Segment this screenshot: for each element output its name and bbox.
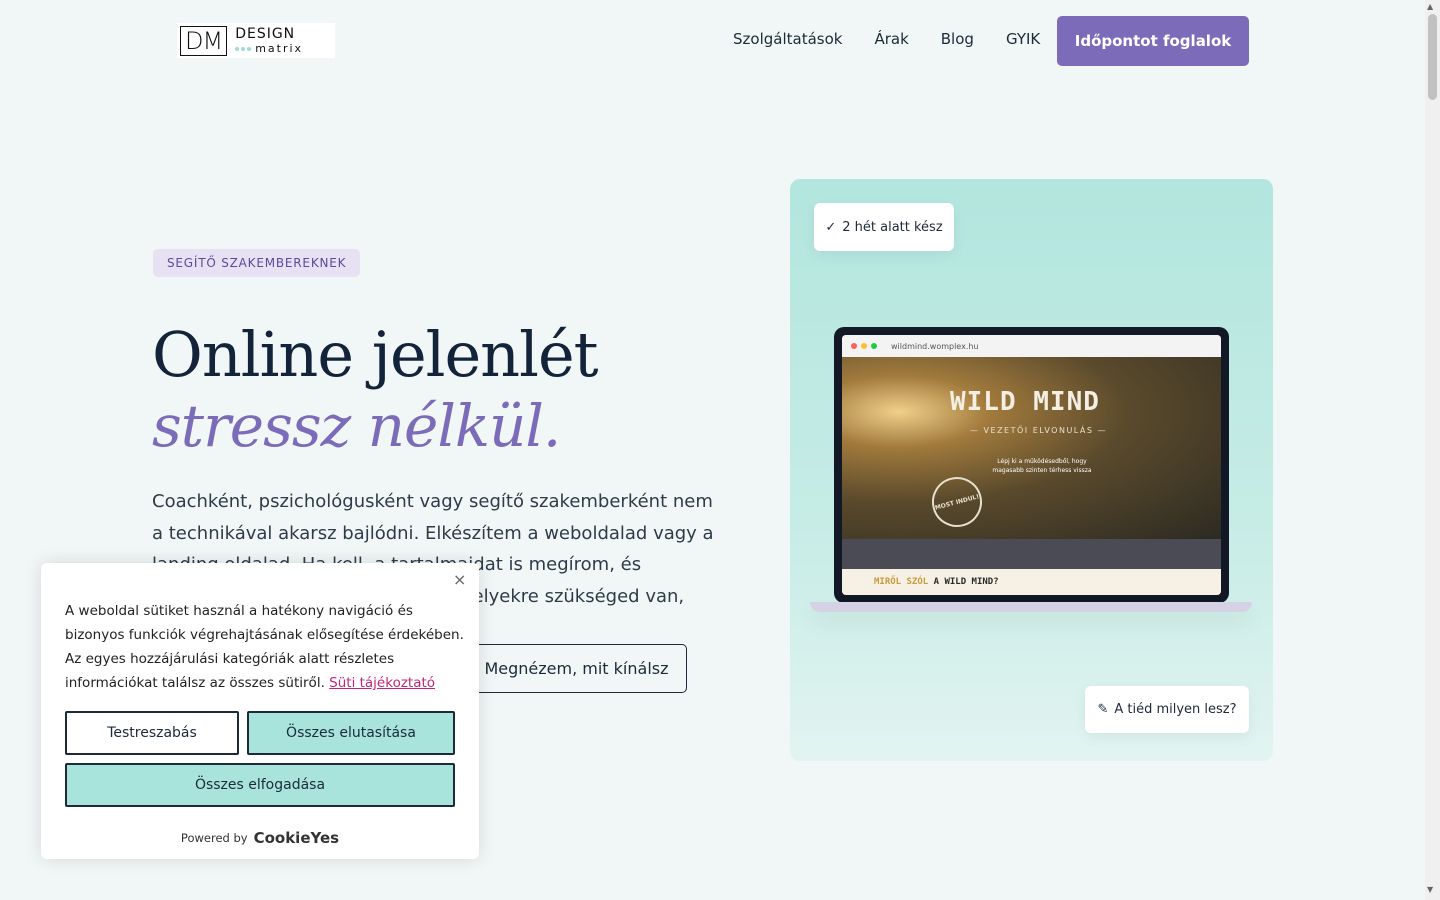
scrollbar-track[interactable] bbox=[1425, 0, 1440, 900]
cookie-policy-link[interactable]: Süti tájékoztató bbox=[329, 675, 435, 691]
accept-all-button[interactable]: Összes elfogadása bbox=[65, 763, 455, 807]
laptop-base bbox=[810, 602, 1252, 612]
hero-badge: SEGÍTŐ SZAKEMBEREKNEK bbox=[153, 249, 361, 277]
nav-item-services[interactable]: Szolgáltatások bbox=[733, 30, 842, 48]
mockup-site-title: WILD MIND bbox=[950, 387, 1100, 417]
logo-dots-icon bbox=[235, 46, 252, 51]
mockup-site: WILD MIND — VEZETŐI ELVONULÁS — Lépj ki … bbox=[842, 357, 1221, 595]
main-nav: Szolgáltatások Árak Blog GYIK bbox=[733, 30, 1040, 48]
mockup-bottom-text-b: A WILD MIND? bbox=[933, 577, 999, 587]
hero-title-accent: stressz nélkül. bbox=[152, 392, 561, 460]
hero-title: Online jelenlét bbox=[152, 318, 599, 391]
mockup-site-tagline: Lépj ki a működésedből, hogy magasabb sz… bbox=[992, 458, 1092, 474]
scroll-down-icon[interactable]: ▼ bbox=[1427, 885, 1433, 894]
laptop-screen: wildmind.womplex.hu WILD MIND — VEZETŐI … bbox=[842, 335, 1221, 595]
mockup-site-subtitle: — VEZETŐI ELVONULÁS — bbox=[970, 426, 1108, 435]
customize-button[interactable]: Testreszabás bbox=[65, 711, 239, 755]
nav-item-prices[interactable]: Árak bbox=[874, 30, 908, 48]
whats-yours-pill[interactable]: ✎ A tiéd milyen lesz? bbox=[1085, 686, 1249, 733]
book-appointment-button[interactable]: Időpontot foglalok bbox=[1057, 16, 1249, 66]
logo[interactable]: DM DESIGN matrix bbox=[177, 23, 335, 58]
browser-url: wildmind.womplex.hu bbox=[891, 341, 979, 351]
powered-by: Powered by CookieYes bbox=[41, 829, 479, 847]
logo-word-matrix: matrix bbox=[255, 42, 304, 55]
pencil-icon: ✎ bbox=[1097, 702, 1109, 717]
close-icon[interactable]: × bbox=[453, 570, 466, 589]
logo-word-design: DESIGN bbox=[235, 26, 296, 42]
pill-bottom-label: A tiéd milyen lesz? bbox=[1114, 702, 1237, 717]
reject-all-button[interactable]: Összes elutasítása bbox=[247, 711, 455, 755]
cookieyes-logo[interactable]: CookieYes bbox=[254, 829, 340, 847]
site-header: DM DESIGN matrix Szolgáltatások Árak Blo… bbox=[0, 0, 1425, 82]
ready-in-2-weeks-pill: ✓ 2 hét alatt kész bbox=[814, 203, 954, 251]
laptop-mockup: wildmind.womplex.hu WILD MIND — VEZETŐI … bbox=[834, 327, 1229, 603]
see-offer-button[interactable]: Megnézem, mit kínálsz bbox=[466, 644, 687, 693]
mockup-site-hero-image bbox=[842, 357, 1221, 539]
check-icon: ✓ bbox=[825, 219, 837, 235]
scroll-up-icon[interactable]: ▲ bbox=[1427, 2, 1433, 11]
pill-top-label: 2 hét alatt kész bbox=[842, 219, 943, 235]
powered-by-label: Powered by bbox=[180, 831, 248, 845]
mockup-bottom-section: MIRŐL SZÓL A WILD MIND? bbox=[842, 569, 1221, 595]
nav-item-faq[interactable]: GYIK bbox=[1006, 30, 1040, 48]
cookie-banner: × A weboldal sütiket használ a hatékony … bbox=[41, 563, 479, 859]
mockup-info-strip bbox=[842, 539, 1221, 569]
scrollbar-thumb[interactable] bbox=[1428, 14, 1437, 100]
browser-bar: wildmind.womplex.hu bbox=[842, 335, 1221, 357]
nav-item-blog[interactable]: Blog bbox=[941, 30, 974, 48]
logo-mark: DM bbox=[180, 25, 228, 56]
mockup-bottom-text-a: MIRŐL SZÓL bbox=[874, 577, 929, 587]
